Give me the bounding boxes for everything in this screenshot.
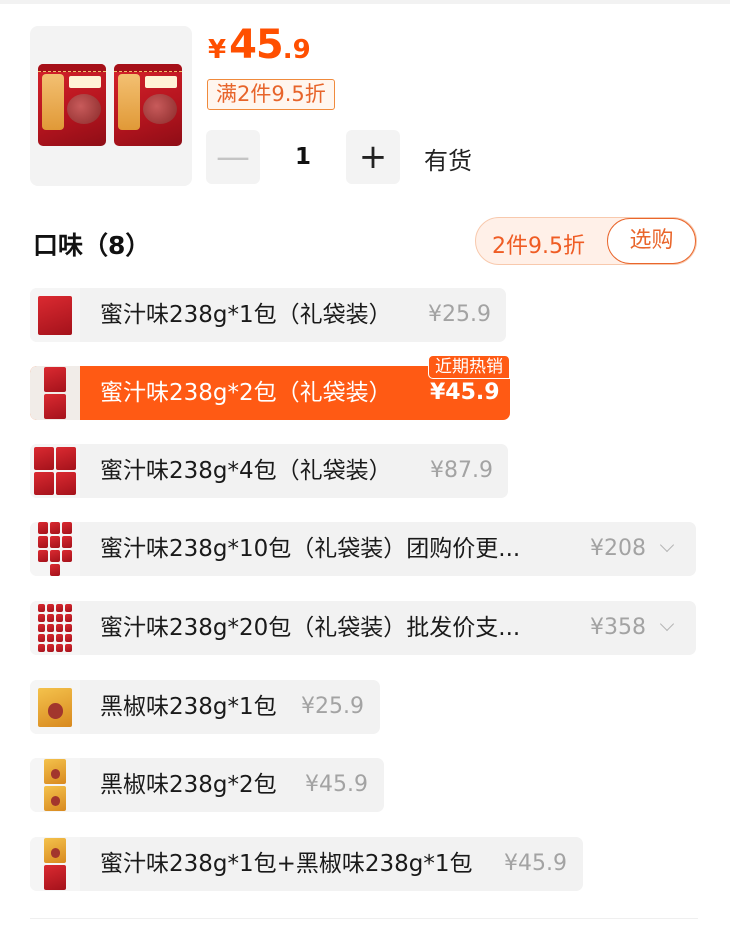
option-name: 蜜汁味238g*20包（礼袋装）批发价支... [100, 615, 521, 641]
option-price: ¥25.9 [428, 302, 491, 327]
option-price: ¥358 [590, 615, 646, 640]
option-thumbnail [30, 366, 80, 420]
discount-pill: 2件9.5折 选购 [475, 217, 697, 265]
flavor-option[interactable]: 黑椒味238g*2包 ¥45.9 [30, 758, 384, 812]
currency-symbol: ¥ [208, 35, 227, 65]
option-thumbnail [30, 522, 80, 576]
flavor-option[interactable]: 蜜汁味238g*1包（礼袋装） ¥25.9 [30, 288, 506, 342]
product-price: ¥ 45 .9 [208, 22, 311, 68]
option-name: 蜜汁味238g*1包+黑椒味238g*1包 [100, 851, 473, 877]
stock-status: 有货 [424, 147, 472, 175]
option-name: 蜜汁味238g*2包（礼袋装） [100, 380, 392, 406]
option-name: 黑椒味238g*1包 [100, 694, 277, 720]
option-name: 蜜汁味238g*4包（礼袋装） [100, 458, 392, 484]
option-thumbnail [30, 758, 80, 812]
option-thumbnail [30, 288, 80, 342]
promo-chip: 满2件9.5折 [207, 79, 335, 110]
flavor-option[interactable]: 蜜汁味238g*1包+黑椒味238g*1包 ¥45.9 [30, 837, 583, 891]
hot-sale-badge: 近期热销 [428, 355, 510, 379]
discount-label: 2件9.5折 [492, 234, 585, 259]
option-price: ¥45.9 [305, 772, 368, 797]
price-integer: 45 [229, 22, 284, 68]
flavor-option[interactable]: 蜜汁味238g*2包（礼袋装） ¥45.9 近期热销 [30, 355, 510, 420]
option-price: ¥45.9 [504, 851, 567, 876]
chevron-down-icon[interactable] [659, 616, 675, 632]
bottom-divider [30, 918, 698, 919]
flavor-option[interactable]: 黑椒味238g*1包 ¥25.9 [30, 680, 380, 734]
top-divider [0, 0, 730, 4]
price-decimal: .9 [282, 35, 311, 65]
minus-icon[interactable]: — [206, 130, 260, 184]
quantity-stepper: — 1 + [206, 130, 400, 184]
option-name: 蜜汁味238g*10包（礼袋装）团购价更... [100, 536, 521, 562]
flavor-section-title: 口味（8） [33, 231, 151, 260]
chevron-down-icon[interactable] [659, 537, 675, 553]
quantity-value[interactable]: 1 [260, 144, 346, 170]
product-main-image[interactable] [30, 26, 192, 186]
product-bag-image [38, 64, 106, 146]
option-thumbnail [30, 601, 80, 655]
plus-icon[interactable]: + [346, 130, 400, 184]
flavor-option[interactable]: 蜜汁味238g*20包（礼袋装）批发价支... ¥358 [30, 601, 696, 655]
option-thumbnail [30, 837, 80, 891]
option-price: ¥208 [590, 536, 646, 561]
option-name: 蜜汁味238g*1包（礼袋装） [100, 302, 392, 328]
flavor-option[interactable]: 蜜汁味238g*4包（礼袋装） ¥87.9 [30, 444, 508, 498]
product-bag-image [114, 64, 182, 146]
option-price: ¥87.9 [430, 458, 493, 483]
flavor-option[interactable]: 蜜汁味238g*10包（礼袋装）团购价更... ¥208 [30, 522, 696, 576]
option-thumbnail [30, 444, 80, 498]
option-name: 黑椒味238g*2包 [100, 772, 277, 798]
select-button[interactable]: 选购 [607, 218, 696, 264]
option-thumbnail [30, 680, 80, 734]
option-price: ¥25.9 [301, 694, 364, 719]
